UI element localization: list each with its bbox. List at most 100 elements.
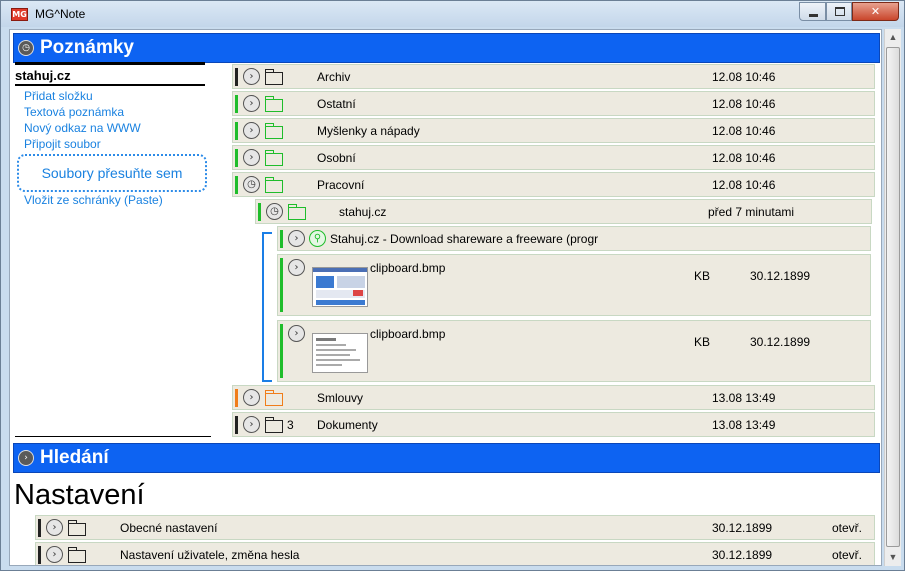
web-link-row[interactable]: › ⚲ Stahuj.cz - Download shareware a fre…	[277, 226, 871, 251]
open-button[interactable]: otevř.	[832, 521, 862, 535]
chevron-right-icon[interactable]: ›	[243, 149, 260, 166]
folder-name: Ostatní	[317, 97, 356, 111]
file-row[interactable]: › clipboard.bmp KB 30.12.1899	[277, 320, 871, 382]
chevron-right-icon[interactable]: ›	[243, 95, 260, 112]
close-button[interactable]: ✕	[852, 2, 899, 21]
folder-name: Dokumenty	[317, 418, 378, 432]
chevron-right-icon[interactable]: ›	[18, 450, 34, 466]
color-stripe	[38, 546, 41, 564]
new-web-link-link[interactable]: Nový odkaz na WWW	[24, 121, 141, 135]
collapse-icon[interactable]: ◷	[266, 203, 283, 220]
chevron-right-icon[interactable]: ›	[243, 416, 260, 433]
folder-row-archiv[interactable]: › Archiv 12.08 10:46	[232, 64, 875, 89]
divider	[15, 62, 205, 65]
color-stripe	[235, 95, 238, 113]
thumbnail-block	[316, 349, 356, 351]
color-stripe	[235, 416, 238, 434]
color-stripe	[235, 176, 238, 194]
folder-date: 13.08 13:49	[712, 418, 776, 432]
thumbnail-block	[316, 338, 336, 341]
maximize-icon	[835, 7, 845, 16]
folder-row-pracovni[interactable]: ◷ Pracovní 12.08 10:46	[232, 172, 875, 197]
file-name[interactable]: clipboard.bmp	[370, 261, 445, 275]
folder-icon	[265, 417, 283, 433]
maximize-button[interactable]	[826, 2, 852, 21]
paste-from-clipboard-link[interactable]: Vložit ze schránky (Paste)	[24, 193, 163, 207]
folder-icon	[265, 177, 283, 193]
chevron-right-icon[interactable]: ›	[288, 230, 305, 247]
folder-row-myslenky[interactable]: › Myšlenky a nápady 12.08 10:46	[232, 118, 875, 143]
chevron-right-icon[interactable]: ›	[243, 389, 260, 406]
chevron-right-icon[interactable]: ›	[288, 259, 305, 276]
thumbnail-bar	[313, 268, 367, 272]
search-section-bar[interactable]: › Hledání	[13, 443, 880, 473]
file-row[interactable]: › clipboard.bmp KB 30.12.1899	[277, 254, 871, 316]
collapse-icon[interactable]: ◷	[243, 176, 260, 193]
settings-name: Obecné nastavení	[120, 521, 218, 535]
file-drop-zone[interactable]: Soubory přesuňte sem	[17, 154, 207, 192]
thumbnail-block	[316, 364, 342, 366]
settings-row-user[interactable]: › Nastavení uživatele, změna hesla 30.12…	[35, 542, 875, 565]
folder-name: Archiv	[317, 70, 351, 84]
divider	[15, 436, 211, 437]
folder-icon	[265, 150, 283, 166]
color-stripe	[235, 68, 238, 86]
main-content: ◷ Poznámky stahuj.cz Přidat složku Texto…	[9, 29, 882, 566]
folder-date: 12.08 10:46	[712, 151, 776, 165]
notes-section-bar[interactable]: ◷ Poznámky	[13, 33, 880, 63]
image-thumbnail[interactable]	[312, 333, 368, 373]
color-stripe	[280, 230, 283, 248]
chevron-right-icon[interactable]: ›	[46, 519, 63, 536]
file-name[interactable]: clipboard.bmp	[370, 327, 445, 341]
chevron-right-icon[interactable]: ›	[243, 122, 260, 139]
settings-date: 30.12.1899	[712, 548, 773, 562]
folder-date: 13.08 13:49	[712, 391, 776, 405]
thumbnail-block	[353, 290, 363, 296]
scroll-up-icon[interactable]: ▲	[885, 29, 901, 45]
color-stripe	[235, 389, 238, 407]
app-logo-icon: MG	[11, 8, 28, 21]
vertical-scrollbar[interactable]: ▲ ▼	[884, 29, 901, 566]
thumbnail-block	[316, 344, 346, 346]
subfolder-row-stahuj[interactable]: ◷ stahuj.cz před 7 minutami	[255, 199, 872, 224]
divider	[15, 84, 205, 86]
thumbnail-block	[316, 276, 334, 288]
collapse-icon[interactable]: ◷	[18, 40, 34, 56]
folder-name: Smlouvy	[317, 391, 364, 405]
folder-icon	[265, 69, 283, 85]
text-note-link[interactable]: Textová poznámka	[24, 105, 124, 119]
thumbnail-block	[316, 300, 365, 305]
add-folder-link[interactable]: Přidat složku	[24, 89, 93, 103]
thumbnail-block	[337, 276, 365, 288]
settings-row-general[interactable]: › Obecné nastavení 30.12.1899 otevř.	[35, 515, 875, 540]
folder-icon	[265, 390, 283, 406]
link-title[interactable]: Stahuj.cz - Download shareware a freewar…	[330, 232, 598, 246]
folder-name: Osobní	[317, 151, 356, 165]
attach-file-link[interactable]: Připojit soubor	[24, 137, 101, 151]
folder-date: 12.08 10:46	[712, 97, 776, 111]
color-stripe	[280, 258, 283, 312]
chevron-right-icon[interactable]: ›	[46, 546, 63, 563]
folder-row-osobni[interactable]: › Osobní 12.08 10:46	[232, 145, 875, 170]
file-size: KB	[694, 335, 711, 349]
file-date: 30.12.1899	[750, 269, 811, 283]
chevron-right-icon[interactable]: ›	[243, 68, 260, 85]
search-section-title: Hledání	[40, 447, 109, 468]
folder-row-ostatni[interactable]: › Ostatní 12.08 10:46	[232, 91, 875, 116]
folder-name: Myšlenky a nápady	[317, 124, 420, 138]
folder-row-dokumenty[interactable]: › 3 Dokumenty 13.08 13:49	[232, 412, 875, 437]
scroll-down-icon[interactable]: ▼	[885, 549, 901, 565]
folder-icon	[68, 547, 86, 563]
title-bar[interactable]: MG MG^Note ✕	[1, 1, 904, 27]
close-icon: ✕	[870, 5, 881, 18]
folder-date: 12.08 10:46	[712, 70, 776, 84]
tree-bracket	[262, 232, 272, 382]
open-button[interactable]: otevř.	[832, 548, 862, 562]
color-stripe	[258, 203, 261, 221]
file-size: KB	[694, 269, 711, 283]
chevron-right-icon[interactable]: ›	[288, 325, 305, 342]
folder-row-smlouvy[interactable]: › Smlouvy 13.08 13:49	[232, 385, 875, 410]
minimize-button[interactable]	[799, 2, 826, 21]
scrollbar-thumb[interactable]	[886, 47, 900, 547]
image-thumbnail[interactable]	[312, 267, 368, 307]
